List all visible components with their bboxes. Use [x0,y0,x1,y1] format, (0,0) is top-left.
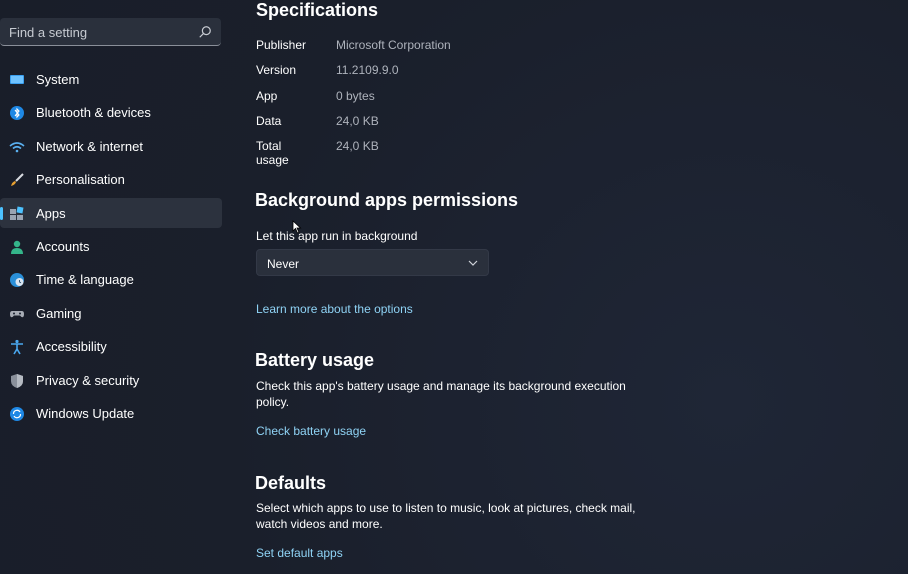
sidebar-item-system[interactable]: System [0,64,222,94]
battery-usage-title: Battery usage [255,350,375,370]
spec-key: App [256,89,278,103]
sidebar-item-personalisation[interactable]: Personalisation [0,164,222,194]
sidebar-item-label: Personalisation [36,172,125,188]
sidebar-item-accessibility[interactable]: Accessibility [0,331,222,361]
sidebar-item-label: Windows Update [36,405,135,421]
sidebar: Find a setting System Bluetooth & device… [0,0,232,574]
dropdown-selected-value: Never [267,257,300,271]
sidebar-item-label: Time & language [36,272,134,288]
sidebar-nav: System Bluetooth & devices Network & int… [0,64,222,431]
specifications-title: Specifications [256,0,379,20]
sidebar-item-windows-update[interactable]: Windows Update [0,398,222,428]
apps-icon [10,206,24,220]
spec-value: Microsoft Corporation [336,38,451,52]
wifi-icon [9,141,25,153]
spec-key: Data [256,114,282,128]
search-input[interactable]: Find a setting [9,25,87,40]
gamepad-icon [10,310,24,317]
update-icon [10,406,24,421]
learn-more-link[interactable]: Learn more about the options [256,302,413,316]
background-permissions-title: Background apps permissions [255,190,519,210]
sidebar-item-network[interactable]: Network & internet [0,131,222,161]
defaults-description: Select which apps to use to listen to mu… [256,501,636,531]
monitor-icon [10,75,24,84]
chevron-down-icon [468,260,478,266]
defaults-title: Defaults [255,473,327,493]
search-box[interactable]: Find a setting [0,18,221,46]
search-icon[interactable] [198,25,212,39]
spec-key: Publisher [256,38,307,52]
sidebar-item-label: Accessibility [36,339,107,355]
brush-icon [11,173,24,187]
sidebar-item-privacy-security[interactable]: Privacy & security [0,365,222,395]
sidebar-item-label: Network & internet [36,138,143,154]
globe-clock-icon [10,273,24,288]
spec-value: 0 bytes [336,89,375,103]
sidebar-item-label: Privacy & security [36,372,140,388]
shield-icon [11,373,23,388]
sidebar-item-label: Bluetooth & devices [36,105,151,121]
spec-value: 24,0 KB [336,139,379,153]
sidebar-item-accounts[interactable]: Accounts [0,231,222,261]
battery-usage-description: Check this app's battery usage and manag… [256,379,626,409]
sidebar-item-label: Accounts [36,238,90,254]
accessibility-icon [11,340,23,355]
mouse-cursor-icon [292,220,302,234]
spec-value: 11.2109.9.0 [336,63,399,77]
set-default-apps-link[interactable]: Set default apps [256,546,343,560]
sidebar-item-time-language[interactable]: Time & language [0,264,222,294]
sidebar-item-label: Apps [36,205,66,221]
spec-key: Version [256,63,297,77]
background-run-label: Let this app run in background [256,229,418,243]
sidebar-item-label: System [36,72,80,87]
sidebar-item-label: Gaming [36,305,82,321]
spec-key: Total usage [256,139,289,167]
background-run-dropdown[interactable]: Never [256,249,489,276]
sidebar-item-bluetooth[interactable]: Bluetooth & devices [0,97,222,127]
spec-value: 24,0 KB [336,114,379,128]
active-indicator [0,206,3,220]
sidebar-item-apps[interactable]: Apps [0,197,222,228]
sidebar-item-gaming[interactable]: Gaming [0,298,222,328]
check-battery-usage-link[interactable]: Check battery usage [256,424,366,438]
bluetooth-icon [10,106,24,121]
person-icon [11,240,23,254]
